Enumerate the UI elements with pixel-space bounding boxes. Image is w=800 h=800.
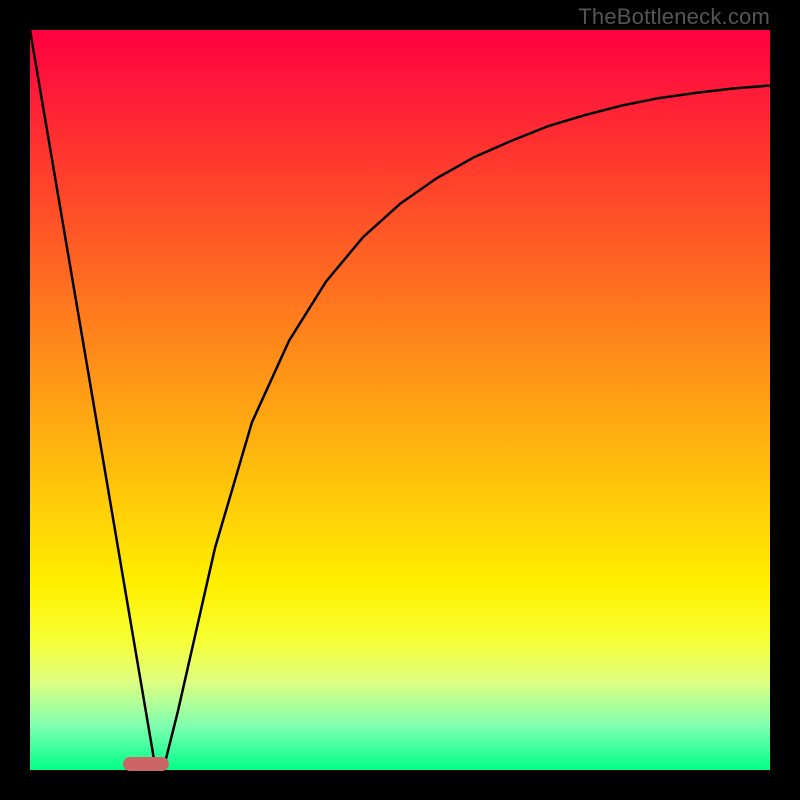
chart-frame: TheBottleneck.com: [0, 0, 800, 800]
bottleneck-curve: [30, 30, 770, 770]
optimal-marker: [123, 757, 169, 771]
watermark-text: TheBottleneck.com: [578, 4, 770, 30]
